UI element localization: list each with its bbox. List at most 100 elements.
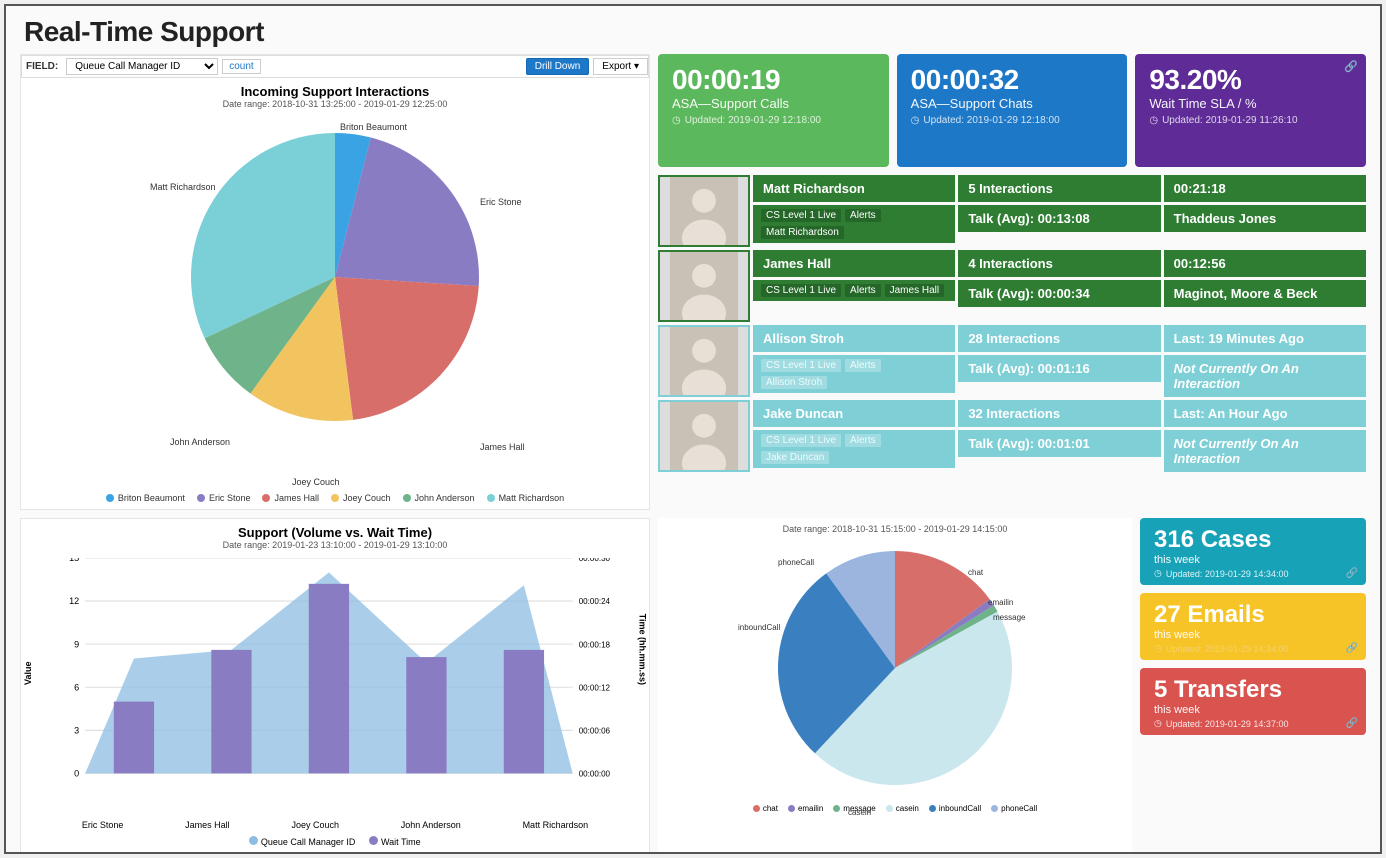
kpi-updated: Updated: 2019-01-29 11:26:10: [1149, 115, 1352, 126]
agent-row[interactable]: Matt RichardsonCS Level 1 Live Alerts Ma…: [658, 175, 1366, 247]
agent-name: Matt Richardson: [753, 175, 955, 202]
svg-text:3: 3: [74, 725, 79, 735]
agent-extra: Not Currently On An Interaction: [1164, 355, 1366, 397]
agent-tags: CS Level 1 Live Alerts James Hall: [753, 280, 955, 301]
combo-xlabel: James Hall: [185, 820, 230, 830]
count-button[interactable]: count: [222, 59, 260, 74]
agent-stat-talk: Talk (Avg): 00:01:01: [958, 430, 1160, 457]
agent-tag: Alerts: [845, 434, 881, 447]
pie-slice-label: casein: [848, 808, 871, 817]
kpi-label: ASA—Support Calls: [672, 96, 875, 111]
kpi-value: 00:00:19: [672, 64, 875, 96]
kpi-card[interactable]: 00:00:32ASA—Support ChatsUpdated: 2019-0…: [897, 54, 1128, 167]
kpi-label: ASA—Support Chats: [911, 96, 1114, 111]
agent-tag: Matt Richardson: [761, 226, 844, 239]
agent-stat-talk: Talk (Avg): 00:01:16: [958, 355, 1160, 382]
clock-icon: [672, 115, 681, 126]
stat-label: this week: [1154, 704, 1352, 716]
kpi-card[interactable]: 🔗93.20%Wait Time SLA / %Updated: 2019-01…: [1135, 54, 1366, 167]
agent-stat-interactions: 4 Interactions: [958, 250, 1160, 277]
agent-name: Jake Duncan: [753, 400, 955, 427]
link-icon[interactable]: 🔗: [1344, 60, 1358, 73]
svg-text:12: 12: [69, 596, 79, 606]
legend-item[interactable]: phoneCall: [991, 804, 1037, 813]
legend-item[interactable]: Matt Richardson: [487, 493, 565, 503]
combo-xlabels: Eric Stone James Hall Joey Couch John Ander…: [21, 820, 649, 830]
pie-slice[interactable]: [335, 277, 479, 420]
combo-xlabel: Matt Richardson: [523, 820, 589, 830]
legend-item[interactable]: John Anderson: [403, 493, 475, 503]
agent-tag: CS Level 1 Live: [761, 284, 841, 297]
stat-updated: Updated: 2019-01-29 14:34:00: [1154, 568, 1352, 579]
agent-row[interactable]: Jake DuncanCS Level 1 Live Alerts Jake D…: [658, 400, 1366, 472]
stat-card[interactable]: 5 Transfersthis weekUpdated: 2019-01-29 …: [1140, 668, 1366, 735]
kpi-updated: Updated: 2019-01-29 12:18:00: [672, 115, 875, 126]
panel-pie2: Date range: 2018-10-31 15:15:00 - 2019-0…: [658, 518, 1132, 854]
agent-stat-interactions: 5 Interactions: [958, 175, 1160, 202]
legend-item[interactable]: Queue Call Manager ID: [249, 836, 355, 847]
kpi-card[interactable]: 00:00:19ASA—Support Calls Updated: 2019-0…: [658, 54, 889, 167]
pie1-chart: Briton BeaumontEric StoneJames HallJoey …: [120, 117, 550, 487]
agent-tags: CS Level 1 Live Alerts Jake Duncan: [753, 430, 955, 468]
agent-time: 00:21:18: [1164, 175, 1366, 202]
legend-item[interactable]: emailin: [788, 804, 823, 813]
combo-ylabel: Value: [23, 661, 33, 685]
legend-item[interactable]: Joey Couch: [331, 493, 391, 503]
kpi-label: Wait Time SLA / %: [1149, 96, 1352, 111]
legend-item[interactable]: chat: [753, 804, 778, 813]
agent-time: Last: 19 Minutes Ago: [1164, 325, 1366, 352]
svg-text:00:00:12: 00:00:12: [579, 683, 611, 692]
agent-grid: Matt Richardson CS Level 1 Live Alerts Ma…: [658, 175, 1366, 510]
agent-name: James Hall: [753, 250, 955, 277]
legend-item[interactable]: Briton Beaumont: [106, 493, 185, 503]
combo-bar[interactable]: [114, 702, 154, 774]
agent-name: Allison Stroh: [753, 325, 955, 352]
legend-item[interactable]: casein: [886, 804, 919, 813]
field-select[interactable]: Queue Call Manager ID: [66, 58, 218, 75]
pie1-subtitle: Date range: 2018-10-31 13:25:00 - 2019-0…: [21, 99, 649, 109]
stat-value: 27 Emails: [1154, 601, 1352, 629]
export-button[interactable]: Export ▾: [593, 58, 648, 75]
stat-card[interactable]: 27 Emailsthis weekUpdated: 2019-01-29 14…: [1140, 593, 1366, 660]
agent-stat-interactions: 32 Interactions: [958, 400, 1160, 427]
combo-bar[interactable]: [309, 584, 349, 774]
svg-text:00:00:24: 00:00:24: [579, 597, 611, 606]
agent-row[interactable]: Allison StrohCS Level 1 Live Alerts Alli…: [658, 325, 1366, 397]
legend-item[interactable]: Eric Stone: [197, 493, 251, 503]
stat-updated: Updated: 2019-01-29 14:37:00: [1154, 718, 1352, 729]
combo-bar[interactable]: [406, 657, 446, 773]
combo-xlabel: Joey Couch: [291, 820, 339, 830]
stat-cards: 316 Casesthis weekUpdated: 2019-01-29 14…: [1140, 518, 1366, 854]
agent-extra: Maginot, Moore & Beck: [1164, 280, 1366, 307]
link-icon[interactable]: 🔗: [1346, 643, 1358, 654]
combo-bar[interactable]: [211, 650, 251, 773]
combo-xlabel: John Anderson: [401, 820, 461, 830]
pie-slice-label: inboundCall: [738, 623, 780, 632]
drill-down-button[interactable]: Drill Down: [526, 58, 590, 75]
panel-combo: Support (Volume vs. Wait Time) Date rang…: [20, 518, 650, 854]
agent-extra: Thaddeus Jones: [1164, 205, 1366, 232]
svg-text:6: 6: [74, 682, 79, 692]
stat-updated: Updated: 2019-01-29 14:34:00: [1154, 643, 1352, 654]
combo-bar[interactable]: [504, 650, 544, 773]
field-label: FIELD:: [22, 61, 62, 72]
svg-text:00:00:06: 00:00:06: [579, 726, 611, 735]
kpi-updated: Updated: 2019-01-29 12:18:00: [911, 115, 1114, 126]
agent-time: 00:12:56: [1164, 250, 1366, 277]
agent-row[interactable]: James HallCS Level 1 Live Alerts James H…: [658, 250, 1366, 322]
pie-slice-label: James Hall: [480, 442, 525, 452]
agent-tag: James Hall: [885, 284, 944, 297]
link-icon[interactable]: 🔗: [1346, 718, 1358, 729]
chevron-down-icon: ▾: [634, 61, 639, 72]
combo-xlabel: Eric Stone: [82, 820, 124, 830]
legend-item[interactable]: inboundCall: [929, 804, 981, 813]
combo-y2label: Time (hh.mm.ss): [637, 614, 647, 685]
legend-item[interactable]: Wait Time: [369, 836, 420, 847]
link-icon[interactable]: 🔗: [1346, 568, 1358, 579]
pie-slice-label: chat: [968, 568, 983, 577]
legend-item[interactable]: James Hall: [262, 493, 319, 503]
pie-slice-label: phoneCall: [778, 558, 814, 567]
agent-tag: Jake Duncan: [761, 451, 829, 464]
agent-tag: Alerts: [845, 359, 881, 372]
stat-card[interactable]: 316 Casesthis weekUpdated: 2019-01-29 14…: [1140, 518, 1366, 585]
